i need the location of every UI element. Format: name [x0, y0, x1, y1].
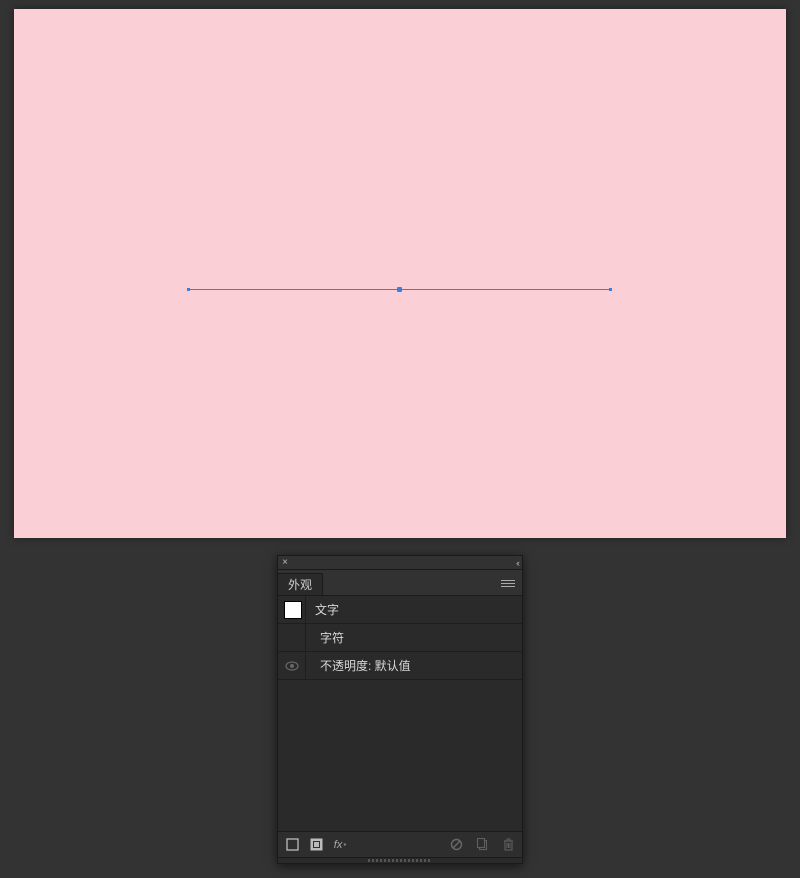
- grip-icon: [368, 859, 432, 862]
- panel-menu-icon[interactable]: [499, 575, 517, 591]
- close-icon[interactable]: ×: [278, 556, 292, 570]
- new-fill-icon[interactable]: [308, 837, 324, 853]
- add-effect-icon[interactable]: fx▪: [332, 837, 348, 853]
- panel-body: 文字 字符 不透明度: 默认值: [278, 596, 522, 832]
- panel-tabbar: 外观: [278, 570, 522, 596]
- row-label-characters: 字符: [306, 629, 344, 646]
- tab-label: 外观: [288, 576, 312, 593]
- collapse-arrows-icon[interactable]: ‹‹: [516, 558, 518, 568]
- tab-appearance[interactable]: 外观: [278, 573, 323, 595]
- artboard[interactable]: [14, 9, 786, 538]
- visibility-col: [278, 596, 306, 623]
- panel-empty-area: [278, 680, 522, 832]
- row-label-type: 文字: [306, 601, 339, 618]
- panel-footer: fx▪: [278, 832, 522, 857]
- clear-appearance-icon[interactable]: [448, 837, 464, 853]
- anchor-point-right[interactable]: [609, 288, 612, 291]
- new-stroke-icon[interactable]: [284, 837, 300, 853]
- row-label-opacity: 不透明度: 默认值: [306, 657, 411, 674]
- delete-item-icon[interactable]: [500, 837, 516, 853]
- visibility-toggle[interactable]: [278, 652, 306, 679]
- appearance-row-characters[interactable]: 字符: [278, 624, 522, 652]
- appearance-row-type[interactable]: 文字: [278, 596, 522, 624]
- panel-resize-handle[interactable]: [278, 857, 522, 863]
- anchor-point-left[interactable]: [187, 288, 190, 291]
- duplicate-item-icon[interactable]: [474, 837, 490, 853]
- eye-icon: [285, 661, 299, 671]
- panel-titlebar[interactable]: × ‹‹: [278, 556, 522, 570]
- appearance-panel: × ‹‹ 外观 文字 字符: [277, 555, 523, 864]
- visibility-col[interactable]: [278, 624, 306, 651]
- appearance-row-opacity[interactable]: 不透明度: 默认值: [278, 652, 522, 680]
- anchor-point-center[interactable]: [397, 287, 402, 292]
- fill-swatch[interactable]: [284, 601, 302, 619]
